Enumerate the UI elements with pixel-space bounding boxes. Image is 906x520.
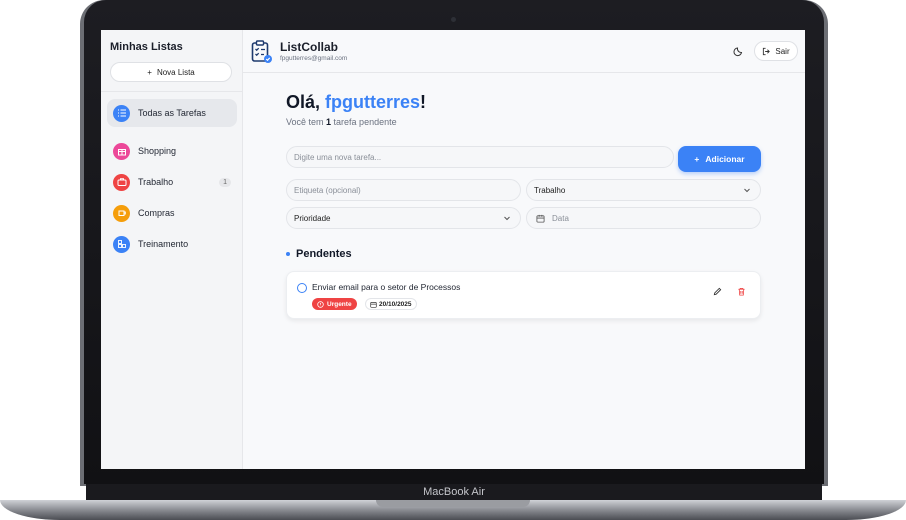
top-bar: ListCollab fpgutterres@gmail.com Sair: [243, 30, 805, 73]
new-list-label: Nova Lista: [156, 67, 195, 77]
date-placeholder: Data: [552, 213, 569, 223]
summary-suffix: tarefa pendente: [331, 117, 397, 127]
device-label: MacBook Air: [86, 484, 822, 500]
new-list-button[interactable]: + Nova Lista: [110, 62, 232, 82]
sidebar-item-compras[interactable]: Compras: [107, 199, 237, 227]
pending-section-title: Pendentes: [286, 248, 352, 260]
chevron-down-icon: [504, 216, 510, 221]
priority-badge: Urgente: [312, 298, 357, 310]
new-task-placeholder: Digite uma nova tarefa...: [294, 152, 382, 162]
logout-button[interactable]: Sair: [754, 41, 798, 61]
sidebar-item-label: Shopping: [138, 146, 177, 156]
calendar-icon: [536, 214, 545, 223]
alert-circle-icon: [317, 300, 324, 308]
greeting-heading: Olá, fpgutterres!: [286, 92, 426, 113]
camera-icon: [451, 17, 456, 22]
app-title: ListCollab: [280, 40, 339, 54]
calendar-icon: [370, 301, 377, 308]
cup-icon: [113, 204, 130, 222]
laptop-notch: [376, 500, 530, 507]
chevron-down-icon: [744, 188, 750, 193]
main-content: Olá, fpgutterres! Você tem 1 tarefa pend…: [243, 73, 805, 469]
new-task-input[interactable]: Digite uma nova tarefa...: [286, 146, 674, 168]
sidebar-item-trabalho[interactable]: Trabalho 1: [107, 168, 237, 196]
sidebar-title: Minhas Listas: [110, 41, 183, 53]
section-bullet-icon: [286, 252, 290, 256]
plus-icon: +: [694, 154, 700, 164]
list-select[interactable]: Trabalho: [526, 179, 761, 201]
app-screen: Minhas Listas + Nova Lista Todas as Tare…: [101, 30, 805, 469]
user-email: fpgutterres@gmail.com: [280, 55, 348, 62]
blocks-icon: [113, 235, 130, 253]
clipboard-check-icon: [251, 40, 272, 63]
trash-icon[interactable]: [737, 287, 746, 296]
sidebar-item-label: Todas as Tarefas: [138, 108, 206, 118]
sidebar-item-count-badge: 1: [219, 177, 231, 187]
due-date-label: 20/10/2025: [379, 300, 412, 308]
priority-placeholder: Prioridade: [294, 213, 331, 223]
sidebar-item-label: Compras: [138, 208, 175, 218]
add-task-button[interactable]: + Adicionar: [678, 146, 761, 172]
briefcase-icon: [113, 173, 130, 191]
logout-icon: [763, 47, 771, 55]
section-title-label: Pendentes: [296, 248, 352, 260]
priority-label: Urgente: [327, 300, 352, 308]
sidebar-item-shopping[interactable]: Shopping: [107, 137, 237, 165]
sidebar-item-label: Trabalho: [138, 177, 174, 187]
sidebar: Minhas Listas + Nova Lista Todas as Tare…: [101, 30, 243, 469]
greeting-suffix: !: [420, 92, 427, 112]
task-complete-checkbox[interactable]: [297, 283, 307, 293]
greeting-prefix: Olá,: [286, 92, 326, 112]
task-title: Enviar email para o setor de Processos: [312, 282, 461, 292]
moon-icon[interactable]: [733, 45, 745, 57]
list-select-value: Trabalho: [534, 185, 566, 195]
greeting-user-name: fpgutterres: [325, 92, 421, 112]
list-icon: [113, 104, 130, 122]
logout-label: Sair: [775, 46, 790, 56]
plus-icon: +: [147, 67, 152, 77]
sidebar-item-treinamento[interactable]: Treinamento: [107, 230, 237, 258]
pending-summary: Você tem 1 tarefa pendente: [286, 117, 397, 127]
sidebar-divider: [101, 91, 242, 92]
sidebar-item-label: Treinamento: [138, 239, 189, 249]
priority-select[interactable]: Prioridade: [286, 207, 521, 229]
tag-placeholder: Etiqueta (opcional): [294, 185, 361, 195]
due-date-badge: 20/10/2025: [365, 298, 417, 310]
task-card: Enviar email para o setor de Processos U…: [286, 271, 761, 319]
add-button-label: Adicionar: [705, 154, 745, 164]
pencil-icon[interactable]: [713, 287, 722, 296]
summary-prefix: Você tem: [286, 117, 327, 127]
tag-input[interactable]: Etiqueta (opcional): [286, 179, 521, 201]
gift-icon: [113, 142, 130, 160]
sidebar-item-todas-as-tarefas[interactable]: Todas as Tarefas: [107, 99, 237, 127]
date-input[interactable]: Data: [526, 207, 761, 229]
